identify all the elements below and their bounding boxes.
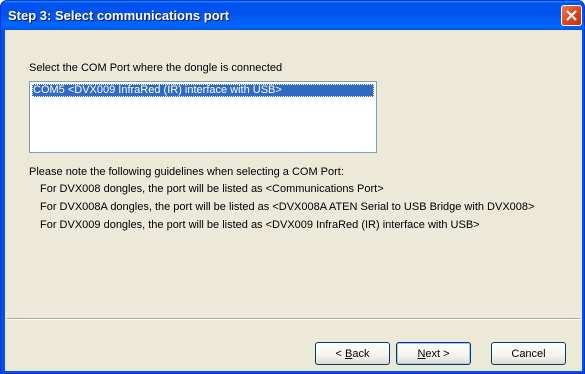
next-button-accelerator: N xyxy=(417,347,426,360)
cancel-button[interactable]: Cancel xyxy=(491,342,566,365)
title-bar[interactable]: Step 3: Select communications port xyxy=(1,1,584,30)
com-port-prompt: Select the COM Port where the dongle is … xyxy=(29,62,283,74)
back-button-prefix: < xyxy=(335,347,345,360)
guideline-dvx009: For DVX009 dongles, the port will be lis… xyxy=(40,219,480,231)
guideline-dvx008: For DVX008 dongles, the port will be lis… xyxy=(40,183,384,195)
com-port-item-selected[interactable]: COM5 <DVX009 InfraRed (IR) interface wit… xyxy=(32,84,374,97)
guideline-dvx008a: For DVX008A dongles, the port will be li… xyxy=(40,201,535,213)
cancel-button-label: Cancel xyxy=(511,347,546,360)
window-title: Step 3: Select communications port xyxy=(8,8,230,23)
back-button-label: ack xyxy=(352,347,370,360)
guidelines-note: Please note the following guidelines whe… xyxy=(29,166,344,178)
button-separator xyxy=(7,318,580,320)
next-button-label: ext > xyxy=(425,347,450,360)
close-button[interactable] xyxy=(561,5,582,26)
next-button[interactable]: Next > xyxy=(396,342,471,365)
back-button-accelerator: B xyxy=(345,347,353,360)
com-port-listbox[interactable]: COM5 <DVX009 InfraRed (IR) interface wit… xyxy=(29,81,377,153)
close-icon xyxy=(566,10,577,21)
back-button[interactable]: < Back xyxy=(315,342,390,365)
wizard-window: Step 3: Select communications port Selec… xyxy=(0,0,585,374)
dialog-body: Select the COM Port where the dongle is … xyxy=(5,30,582,371)
